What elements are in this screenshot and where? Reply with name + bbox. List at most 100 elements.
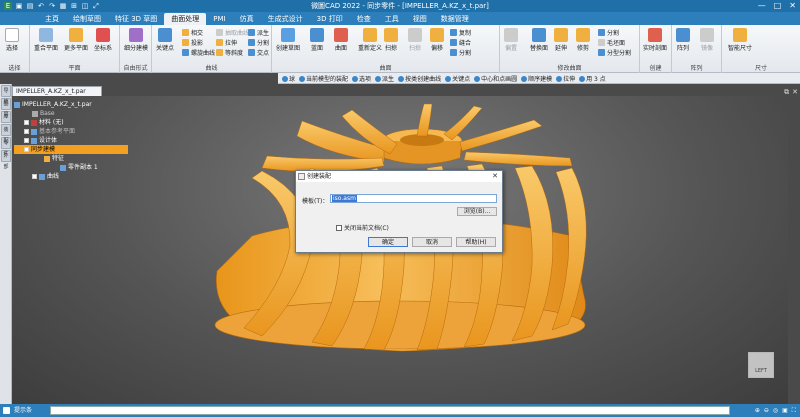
browse-button[interactable]: 浏览(B)...	[457, 207, 497, 216]
replace-face-button[interactable]: 替换面	[530, 28, 548, 52]
document-tab[interactable]: IMPELLER_A.KZ_x_t.par	[12, 86, 102, 96]
tab-feature[interactable]: 特征 3D 草图	[108, 13, 164, 25]
sweep-button[interactable]: 扫掠	[384, 28, 398, 52]
view-cube[interactable]: LEFT	[748, 352, 774, 378]
mirror-button[interactable]: 镜像	[700, 28, 714, 52]
design-body-checkbox[interactable]	[24, 138, 29, 143]
ok-button[interactable]: 确定	[368, 237, 408, 247]
tab-view[interactable]: 视图	[406, 13, 434, 25]
tree-item-features[interactable]: 特征	[14, 154, 134, 163]
close-button[interactable]: ✕	[789, 1, 796, 11]
orbit-icon[interactable]: ◎	[773, 407, 778, 414]
tab-pmi[interactable]: PMI	[206, 13, 232, 25]
selbar-item-assembly[interactable]: 当前模型的装配	[299, 74, 348, 83]
split-curve-button[interactable]: 分割	[248, 38, 269, 47]
selbar-item-ordered[interactable]: 顺序建模	[521, 74, 552, 83]
left-tool-assembly[interactable]: 装配	[1, 124, 11, 144]
viewport-restore-icon[interactable]: ⧉	[784, 88, 789, 97]
tree-item-part-copy[interactable]: 零件副本 1	[14, 163, 134, 172]
template-input[interactable]: iso.asm	[330, 194, 497, 203]
viewport-close-icon[interactable]: ✕	[792, 88, 798, 97]
tree-item-design-body[interactable]: 设计体	[14, 136, 134, 145]
left-tool-external[interactable]: 外部	[1, 150, 11, 170]
tab-generative-design[interactable]: 生成式设计	[261, 13, 310, 25]
selbar-item-3point[interactable]: 用 3 点	[579, 74, 606, 83]
synchronous-checkbox[interactable]	[24, 147, 29, 152]
tab-simulation[interactable]: 仿真	[233, 13, 261, 25]
tree-item-curves[interactable]: 曲线	[14, 172, 134, 181]
derive-button[interactable]: 派生	[248, 28, 269, 37]
subdivision-button[interactable]: 细分建模	[124, 28, 148, 52]
tree-item-synchronous[interactable]: 同步建模	[14, 145, 128, 154]
keypoint-button[interactable]: 关键点	[156, 28, 174, 52]
dialog-close-icon[interactable]: ✕	[492, 171, 498, 182]
coincident-plane-button[interactable]: 重合平面	[34, 28, 58, 52]
tab-3d-print[interactable]: 3D 打印	[310, 13, 350, 25]
tab-surfacing[interactable]: 曲面处理	[164, 13, 207, 25]
redefine-button[interactable]: 重新定义	[358, 28, 382, 52]
pattern-button[interactable]: 阵列	[676, 28, 690, 52]
left-tool-part[interactable]: 零件	[1, 137, 11, 157]
tab-home[interactable]: 主頁	[38, 13, 66, 25]
selbar-item-curve-by-class[interactable]: 按类创建曲线	[398, 74, 441, 83]
tree-item-ref-planes[interactable]: 基本参考平面	[14, 127, 134, 136]
cancel-button[interactable]: 取消	[412, 237, 452, 247]
copy-surface-button[interactable]: 复制	[450, 28, 471, 37]
intersection-point-button[interactable]: 交点	[248, 48, 269, 57]
helix-button[interactable]: 螺旋曲线	[182, 48, 215, 57]
trim-button[interactable]: 修剪	[576, 28, 590, 52]
split-modify-button[interactable]: 分割	[598, 28, 619, 37]
bluesurf-button[interactable]: 蓝面	[310, 28, 324, 52]
selbar-item-keypoint[interactable]: 关键点	[445, 74, 470, 83]
selbar-item-options[interactable]: 选项	[352, 74, 371, 83]
sweep2-button[interactable]: 扫掠	[408, 28, 422, 52]
maximize-button[interactable]: □	[774, 1, 782, 11]
view-style-icon[interactable]: ▣	[782, 407, 788, 414]
selbar-item-extrude[interactable]: 拉伸	[556, 74, 575, 83]
checkbox-box[interactable]	[336, 224, 342, 231]
split-surface-button[interactable]: 分割	[450, 48, 471, 57]
copy-icon	[450, 29, 457, 36]
tree-item-root[interactable]: IMPELLER_A.KZ_x_t.par	[14, 100, 134, 109]
more-planes-button[interactable]: 更多平面	[64, 28, 88, 52]
selbar-item-derive[interactable]: 派生	[375, 74, 394, 83]
intersect-button[interactable]: 相交	[182, 28, 203, 37]
extract-curve-button[interactable]: 抽取曲线	[216, 28, 249, 37]
fit-view-icon[interactable]: ⛶	[792, 407, 796, 414]
zoom-in-icon[interactable]: ⊕	[755, 407, 760, 414]
tree-item-base[interactable]: Base	[14, 109, 134, 118]
tab-tools[interactable]: 工具	[378, 13, 406, 25]
minimize-button[interactable]: —	[758, 1, 766, 11]
smart-dimension-button[interactable]: 智能尺寸	[728, 28, 752, 52]
select-button[interactable]: 选择	[5, 28, 19, 52]
help-button[interactable]: 帮助(H)	[456, 237, 496, 247]
zoom-out-icon[interactable]: ⊖	[764, 407, 769, 414]
live-section-button[interactable]: 实时剖面	[643, 28, 667, 52]
tab-sketch[interactable]: 绘制草图	[66, 13, 108, 25]
command-finder-input[interactable]	[50, 406, 730, 415]
offset-face-button[interactable]: 偏置	[504, 28, 518, 52]
isocline-button[interactable]: 等斜度	[216, 48, 243, 57]
parting-split-button[interactable]: 分型分割	[598, 48, 631, 57]
left-tool-layers[interactable]: 图层	[1, 98, 11, 118]
create-sketch-button[interactable]: 创建草图	[276, 28, 300, 52]
offset-surface-button[interactable]: 偏移	[430, 28, 444, 52]
extend-button[interactable]: 延伸	[554, 28, 568, 52]
coordinate-system-button[interactable]: 坐标系	[94, 28, 112, 52]
tab-inspect[interactable]: 检查	[350, 13, 378, 25]
close-current-doc-checkbox[interactable]: 关闭当前文档(C)	[336, 223, 389, 232]
tree-item-material[interactable]: 材料 (无)	[14, 118, 134, 127]
bounded-button[interactable]: 曲面	[334, 28, 348, 52]
curves-checkbox[interactable]	[32, 174, 37, 179]
tab-data-management[interactable]: 数据管理	[434, 13, 476, 25]
selbar-item-circle[interactable]: 中心和点画圆	[474, 74, 517, 83]
stitch-button[interactable]: 缝合	[450, 38, 471, 47]
material-checkbox[interactable]	[24, 120, 29, 125]
ref-planes-checkbox[interactable]	[24, 129, 29, 134]
blank-surface-button[interactable]: 毛坯面	[598, 38, 625, 47]
left-tool-navigator[interactable]: 导航	[1, 85, 11, 105]
selbar-item-ball[interactable]: 球	[282, 74, 295, 83]
project-button[interactable]: 投影	[182, 38, 203, 47]
left-tool-library[interactable]: 库	[1, 111, 11, 123]
extrude-curve-button[interactable]: 拉伸	[216, 38, 237, 47]
